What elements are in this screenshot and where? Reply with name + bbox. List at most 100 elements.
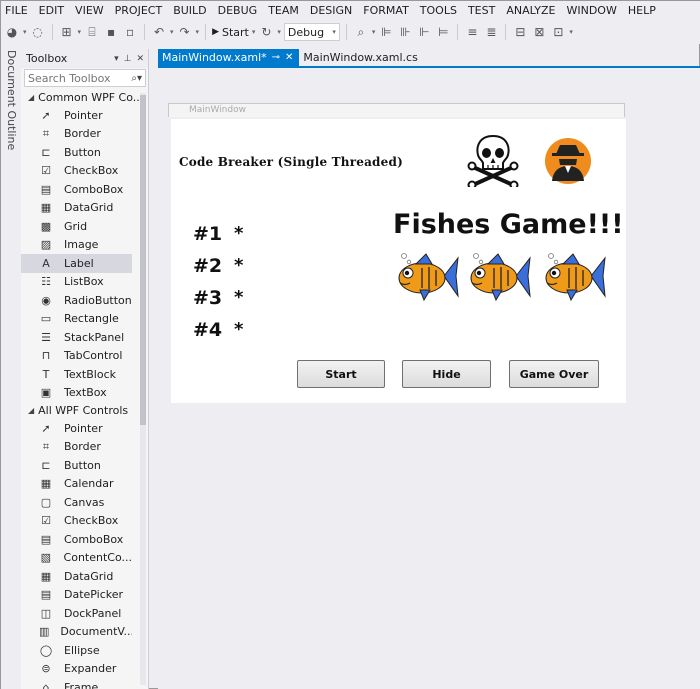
wpf-window-preview[interactable]: Code Breaker (Single Threaded) #1 * #2 *… bbox=[171, 119, 626, 403]
save-all-icon[interactable]: ▫ bbox=[122, 23, 138, 41]
toolbox-item-stackpanel[interactable]: ☰ StackPanel bbox=[21, 328, 132, 347]
toolbox-item-datepicker[interactable]: ▤ DatePicker bbox=[21, 586, 132, 605]
toolbox-item-documentv[interactable]: ▥ DocumentV... bbox=[21, 623, 132, 642]
toolbox-item-border[interactable]: ⌗ Border bbox=[21, 125, 132, 144]
uncomment-icon[interactable]: ≣ bbox=[483, 23, 499, 41]
comment-icon[interactable]: ≡ bbox=[464, 23, 480, 41]
menu-edit[interactable]: EDIT bbox=[34, 1, 70, 20]
toolbox-item-canvas[interactable]: ▢ Canvas bbox=[21, 493, 132, 512]
chevron-down-icon[interactable]: ▾ bbox=[196, 28, 200, 36]
toolbox-item-label[interactable]: A Label bbox=[21, 254, 132, 273]
toolbox-item-grid[interactable]: ▩ Grid bbox=[21, 217, 132, 236]
toolbox-item-tabcontrol[interactable]: ⊓ TabControl bbox=[21, 347, 132, 366]
align-icon[interactable]: ⊫ bbox=[378, 23, 394, 41]
toolbox-item-button[interactable]: ⊏ Button bbox=[21, 143, 132, 162]
toolbox-item-dockpanel[interactable]: ◫ DockPanel bbox=[21, 604, 132, 623]
hide-button[interactable]: Hide bbox=[402, 360, 491, 388]
toolbox-item-checkbox[interactable]: ☑ CheckBox bbox=[21, 512, 132, 531]
expand-arrow-icon[interactable]: ◢ bbox=[28, 406, 34, 415]
new-project-icon[interactable]: ⊞ bbox=[59, 23, 75, 41]
menu-project[interactable]: PROJECT bbox=[110, 1, 169, 20]
game-over-button[interactable]: Game Over bbox=[509, 360, 599, 388]
toolbox-item-calendar[interactable]: ▦ Calendar bbox=[21, 475, 132, 494]
scrollbar-thumb[interactable] bbox=[140, 95, 146, 425]
chevron-down-icon[interactable]: ▾ bbox=[78, 28, 82, 36]
menu-help[interactable]: HELP bbox=[623, 1, 662, 20]
toolbox-item-expander[interactable]: ⊜ Expander bbox=[21, 660, 132, 679]
chevron-down-icon[interactable]: ▾ bbox=[569, 28, 573, 36]
bookmark-icon[interactable]: ⊟ bbox=[512, 23, 528, 41]
document-outline-tab[interactable]: Document Outline bbox=[1, 44, 21, 689]
chevron-down-icon[interactable]: ▾ bbox=[170, 28, 174, 36]
size-icon[interactable]: ⊨ bbox=[435, 23, 451, 41]
toolbox-item-combobox[interactable]: ▤ ComboBox bbox=[21, 180, 132, 199]
chevron-down-icon[interactable]: ▾ bbox=[372, 28, 376, 36]
back-icon[interactable]: ◕ bbox=[4, 23, 20, 41]
find-icon[interactable]: ⌕ bbox=[353, 23, 369, 41]
toolbox-item-ellipse[interactable]: ◯ Ellipse bbox=[21, 641, 132, 660]
pin-icon[interactable]: ⊥ bbox=[124, 54, 132, 64]
toolbox-item-combobox[interactable]: ▤ ComboBox bbox=[21, 530, 132, 549]
menu-build[interactable]: BUILD bbox=[168, 1, 212, 20]
align-center-icon[interactable]: ⊪ bbox=[397, 23, 413, 41]
start-debug-button[interactable]: ▶ Start ▾ bbox=[212, 26, 255, 39]
close-icon[interactable]: ✕ bbox=[285, 52, 293, 63]
save-icon[interactable]: ▪ bbox=[103, 23, 119, 41]
toolbox-item-checkbox[interactable]: ☑ CheckBox bbox=[21, 162, 132, 181]
toolbox-item-pointer[interactable]: ➚ Pointer bbox=[21, 106, 132, 125]
border-icon: ⌗ bbox=[42, 439, 50, 453]
toolbox-search-input[interactable] bbox=[28, 71, 118, 85]
chevron-down-icon[interactable]: ▾ bbox=[114, 54, 119, 64]
toolbox-item-datagrid[interactable]: ▦ DataGrid bbox=[21, 199, 132, 218]
toolbox-item-pointer[interactable]: ➚ Pointer bbox=[21, 419, 132, 438]
toolbox-group-header[interactable]: ◢ Common WPF Co... bbox=[21, 89, 148, 106]
menu-window[interactable]: WINDOW bbox=[561, 1, 622, 20]
menu-file[interactable]: FILE bbox=[1, 1, 34, 20]
menu-tools[interactable]: TOOLS bbox=[415, 1, 463, 20]
redo-icon[interactable]: ↷ bbox=[177, 23, 193, 41]
menu-analyze[interactable]: ANALYZE bbox=[501, 1, 561, 20]
menu-test[interactable]: TEST bbox=[463, 1, 501, 20]
toolbox-item-textblock[interactable]: T TextBlock bbox=[21, 365, 132, 384]
toolbox-item-image[interactable]: ▨ Image bbox=[21, 236, 132, 255]
menu-format[interactable]: FORMAT bbox=[358, 1, 415, 20]
toolbox-item-textbox[interactable]: ▣ TextBox bbox=[21, 384, 132, 403]
toolbox-item-datagrid[interactable]: ▦ DataGrid bbox=[21, 567, 132, 586]
menu-view[interactable]: VIEW bbox=[70, 1, 110, 20]
toolbox-item-radiobutton[interactable]: ◉ RadioButton bbox=[21, 291, 132, 310]
toolbox-item-label: Canvas bbox=[64, 495, 105, 509]
toolbox-search-box[interactable]: ⌕▾ bbox=[24, 69, 146, 87]
toolbox-item-contentco[interactable]: ▧ ContentCo... bbox=[21, 549, 132, 568]
toolbox-group-header[interactable]: ◢ All WPF Controls bbox=[21, 402, 148, 419]
chevron-down-icon[interactable]: ▾ bbox=[277, 28, 281, 36]
distribute-icon[interactable]: ⊩ bbox=[416, 23, 432, 41]
toolbox-item-frame[interactable]: ⌂ Frame bbox=[21, 678, 132, 689]
stackpanel-icon: ☰ bbox=[41, 330, 51, 344]
tab-mainwindow-xaml-cs[interactable]: MainWindow.xaml.cs bbox=[299, 49, 423, 66]
toolbox-item-border[interactable]: ⌗ Border bbox=[21, 438, 132, 457]
toolbox-item-label: Button bbox=[64, 145, 101, 159]
menu-team[interactable]: TEAM bbox=[263, 1, 305, 20]
close-icon[interactable]: ✕ bbox=[136, 54, 144, 64]
toolbox-scrollbar[interactable] bbox=[140, 93, 146, 685]
toolbar-separator bbox=[205, 24, 207, 40]
undo-icon[interactable]: ↶ bbox=[151, 23, 167, 41]
open-folder-icon[interactable]: ⌸ bbox=[84, 23, 100, 41]
toolbox-item-button[interactable]: ⊏ Button bbox=[21, 456, 132, 475]
forward-icon[interactable]: ◌ bbox=[30, 23, 46, 41]
toolbox-item-listbox[interactable]: ☷ ListBox bbox=[21, 273, 132, 292]
solution-config-combo[interactable]: Debug ▾ bbox=[283, 23, 340, 41]
start-button[interactable]: Start bbox=[297, 360, 385, 388]
expand-arrow-icon[interactable]: ◢ bbox=[28, 93, 34, 102]
chevron-down-icon[interactable]: ▾ bbox=[23, 28, 27, 36]
toolbox-item-rectangle[interactable]: ▭ Rectangle bbox=[21, 310, 132, 329]
search-icon[interactable]: ⌕▾ bbox=[131, 73, 142, 84]
tab-mainwindow-xaml[interactable]: MainWindow.xaml* ⊸ ✕ bbox=[158, 49, 300, 66]
refresh-icon[interactable]: ↻ bbox=[258, 23, 274, 41]
pin-icon[interactable]: ⊸ bbox=[272, 52, 280, 63]
bookmark-prev-icon[interactable]: ⊠ bbox=[531, 23, 547, 41]
toolbar-separator bbox=[457, 24, 459, 40]
bookmark-next-icon[interactable]: ⊡ bbox=[550, 23, 566, 41]
menu-design[interactable]: DESIGN bbox=[305, 1, 358, 20]
menu-debug[interactable]: DEBUG bbox=[213, 1, 264, 20]
